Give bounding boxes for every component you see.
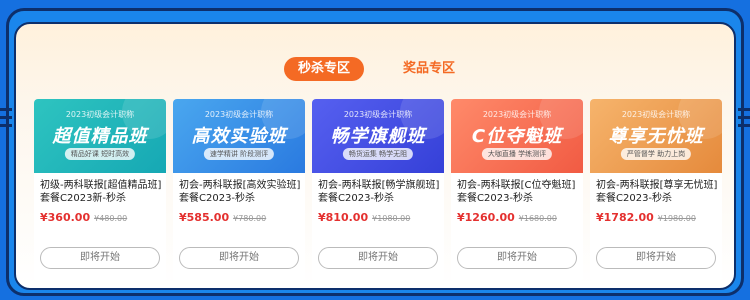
- coming-soon-button[interactable]: 即将开始: [318, 247, 438, 269]
- zone-tabs: 秒杀专区 奖品专区: [16, 57, 734, 81]
- original-price: ¥780.00: [233, 214, 267, 223]
- banner-subtitle: 2023初级会计职称: [65, 110, 135, 119]
- course-card[interactable]: 2023初级会计职称 C位夺魁班 大咖直播 学练测评 初会-两科联报[C位夺魁班…: [451, 99, 583, 281]
- course-name[interactable]: 初会-两科联报[高效实验班]套餐C2023-秒杀: [179, 179, 303, 205]
- course-name[interactable]: 初会-两科联报[C位夺魁班]套餐C2023-秒杀: [457, 179, 581, 205]
- banner-tagline: 严管督学 助力上岗: [620, 148, 692, 160]
- course-banner: 2023初级会计职称 高效实验班 速学精讲 阶段测评: [173, 99, 305, 173]
- sale-price: ¥585.00: [179, 211, 230, 224]
- price-row: ¥585.00 ¥780.00: [179, 206, 303, 224]
- banner-tagline: 畅货运集 畅学无阻: [342, 148, 414, 160]
- price-row: ¥1782.00 ¥1980.00: [596, 206, 720, 224]
- tab-flash-sale[interactable]: 秒杀专区: [284, 57, 364, 81]
- coming-soon-button[interactable]: 即将开始: [179, 247, 299, 269]
- sale-price: ¥810.00: [318, 211, 369, 224]
- price-row: ¥810.00 ¥1080.00: [318, 206, 442, 224]
- price-row: ¥1260.00 ¥1680.00: [457, 206, 581, 224]
- frame-stripe: [0, 124, 12, 127]
- banner-title: C位夺魁班: [471, 126, 563, 147]
- banner-subtitle: 2023初级会计职称: [204, 110, 274, 119]
- frame-stripe: [0, 116, 12, 119]
- original-price: ¥480.00: [94, 214, 128, 223]
- course-name[interactable]: 初会-两科联报[尊享无忧班]套餐C2023-秒杀: [596, 179, 720, 205]
- price-row: ¥360.00 ¥480.00: [40, 206, 164, 224]
- promo-panel: 秒杀专区 奖品专区 2023初级会计职称 超值精品班 精品好课 短时高效 初级-…: [14, 22, 736, 290]
- coming-soon-button[interactable]: 即将开始: [457, 247, 577, 269]
- banner-tagline: 速学精讲 阶段测评: [203, 148, 275, 160]
- original-price: ¥1080.00: [372, 214, 411, 223]
- course-card-list: 2023初级会计职称 超值精品班 精品好课 短时高效 初级-两科联报[超值精品班…: [34, 99, 724, 281]
- banner-tagline: 大咖直播 学练测评: [481, 148, 553, 160]
- coming-soon-button[interactable]: 即将开始: [40, 247, 160, 269]
- banner-title: 畅学旗舰班: [330, 126, 426, 147]
- coming-soon-button[interactable]: 即将开始: [596, 247, 716, 269]
- banner-title: 超值精品班: [52, 126, 148, 147]
- course-banner: 2023初级会计职称 尊享无忧班 严管督学 助力上岗: [590, 99, 722, 173]
- sale-price: ¥360.00: [40, 211, 91, 224]
- course-banner: 2023初级会计职称 C位夺魁班 大咖直播 学练测评: [451, 99, 583, 173]
- frame-stripe: [738, 124, 750, 127]
- banner-tagline: 精品好课 短时高效: [64, 148, 136, 160]
- banner-title: 尊享无忧班: [608, 126, 704, 147]
- course-card[interactable]: 2023初级会计职称 超值精品班 精品好课 短时高效 初级-两科联报[超值精品班…: [34, 99, 166, 281]
- original-price: ¥1980.00: [657, 214, 696, 223]
- course-banner: 2023初级会计职称 超值精品班 精品好课 短时高效: [34, 99, 166, 173]
- course-card[interactable]: 2023初级会计职称 畅学旗舰班 畅货运集 畅学无阻 初会-两科联报[畅学旗舰班…: [312, 99, 444, 281]
- course-card[interactable]: 2023初级会计职称 高效实验班 速学精讲 阶段测评 初会-两科联报[高效实验班…: [173, 99, 305, 281]
- course-name[interactable]: 初会-两科联报[畅学旗舰班]套餐C2023-秒杀: [318, 179, 442, 205]
- banner-subtitle: 2023初级会计职称: [621, 110, 691, 119]
- course-name[interactable]: 初级-两科联报[超值精品班]套餐C2023新-秒杀: [40, 179, 164, 205]
- frame-stripe: [0, 108, 12, 111]
- original-price: ¥1680.00: [518, 214, 557, 223]
- course-card[interactable]: 2023初级会计职称 尊享无忧班 严管督学 助力上岗 初会-两科联报[尊享无忧班…: [590, 99, 722, 281]
- course-banner: 2023初级会计职称 畅学旗舰班 畅货运集 畅学无阻: [312, 99, 444, 173]
- frame-stripe: [738, 108, 750, 111]
- banner-subtitle: 2023初级会计职称: [343, 110, 413, 119]
- tab-prize-zone[interactable]: 奖品专区: [394, 57, 464, 81]
- sale-price: ¥1260.00: [457, 211, 515, 224]
- sale-price: ¥1782.00: [596, 211, 654, 224]
- frame-stripe: [738, 116, 750, 119]
- banner-title: 高效实验班: [191, 126, 287, 147]
- banner-subtitle: 2023初级会计职称: [482, 110, 552, 119]
